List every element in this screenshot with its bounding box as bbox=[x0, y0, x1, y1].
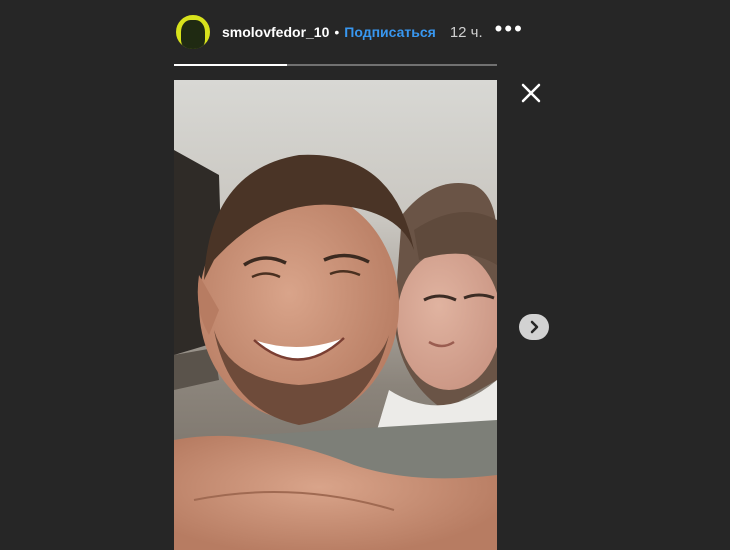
post-time: 12 ч. bbox=[449, 23, 483, 41]
profile-avatar-icon[interactable] bbox=[174, 13, 212, 51]
story-header: smolovfedor_10 • Подписаться 12 ч. ••• bbox=[174, 13, 558, 51]
follow-button[interactable]: Подписаться bbox=[344, 24, 436, 40]
more-options-button[interactable]: ••• bbox=[495, 18, 524, 40]
avatar-face bbox=[181, 20, 205, 49]
username[interactable]: smolovfedor_10 bbox=[222, 24, 329, 40]
story-progress-bar bbox=[174, 64, 497, 66]
chevron-right-icon[interactable] bbox=[519, 314, 549, 340]
separator-dot: • bbox=[334, 24, 340, 40]
close-icon[interactable] bbox=[518, 80, 544, 106]
story-progress-fill bbox=[174, 64, 288, 66]
story-image[interactable] bbox=[174, 80, 497, 550]
